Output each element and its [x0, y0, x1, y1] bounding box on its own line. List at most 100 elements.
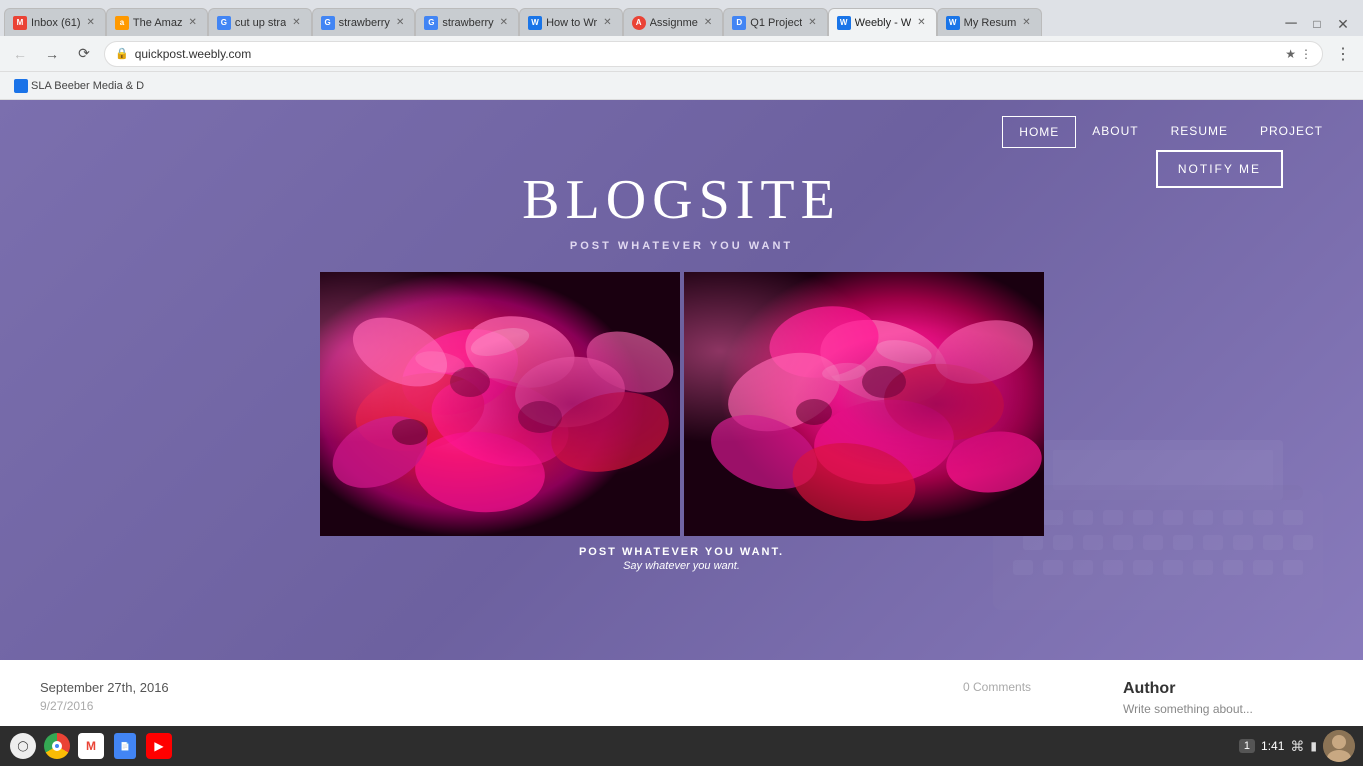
- taskbar-num: 1: [1239, 739, 1255, 753]
- tab-close-resume[interactable]: ✕: [1020, 16, 1032, 29]
- tab-resume[interactable]: W My Resum ✕: [937, 8, 1042, 36]
- post-date: September 27th, 2016: [40, 680, 923, 695]
- taskbar: ◯ M 📄 ▶ 1 1:41 ⌘ ▮: [0, 726, 1363, 766]
- tab-amazon-label: The Amaz: [133, 17, 183, 29]
- tab-q1[interactable]: D Q1 Project ✕: [723, 8, 827, 36]
- battery-icon: ▮: [1310, 739, 1317, 753]
- wifi-icon: ⌘: [1290, 738, 1304, 755]
- gmail-icon: M: [78, 733, 104, 759]
- taskbar-right: 1 1:41 ⌘ ▮: [1239, 730, 1355, 762]
- tab-bar: M Inbox (61) ✕ a The Amaz ✕ G cut up str…: [0, 0, 1363, 36]
- image-caption: POST WHATEVER YOU WANT. Say whatever you…: [579, 536, 784, 572]
- browser-frame: M Inbox (61) ✕ a The Amaz ✕ G cut up str…: [0, 0, 1363, 766]
- weebly-favicon: W: [837, 16, 851, 30]
- tab-google2[interactable]: G strawberry ✕: [312, 8, 416, 36]
- tab-close-amazon[interactable]: ✕: [186, 16, 198, 29]
- tab-close-google1[interactable]: ✕: [290, 16, 302, 29]
- chrome-menu-button[interactable]: ⋮: [1331, 40, 1355, 68]
- tab-howto[interactable]: W How to Wr ✕: [519, 8, 623, 36]
- bookmark-sla[interactable]: SLA Beeber Media & D: [8, 77, 150, 95]
- website-content: HOME ABOUT RESUME PROJECT NOTIFY ME BLOG…: [0, 100, 1363, 766]
- taskbar-chrome[interactable]: [42, 731, 72, 761]
- flower-image-right[interactable]: [684, 272, 1044, 536]
- tab-close-weebly[interactable]: ✕: [915, 16, 927, 29]
- tab-google3-label: strawberry: [442, 17, 493, 29]
- tab-google1[interactable]: G cut up stra ✕: [208, 8, 312, 36]
- url-bar[interactable]: 🔒 quickpost.weebly.com ★ ⋮: [104, 41, 1323, 67]
- hero-section: HOME ABOUT RESUME PROJECT NOTIFY ME BLOG…: [0, 100, 1363, 660]
- user-avatar: [1323, 730, 1355, 762]
- tab-close-google3[interactable]: ✕: [498, 16, 510, 29]
- tab-gmail[interactable]: M Inbox (61) ✕: [4, 8, 106, 36]
- taskbar-launcher[interactable]: ◯: [8, 731, 38, 761]
- tab-weebly[interactable]: W Weebly - W ✕: [828, 8, 937, 36]
- nav-resume[interactable]: RESUME: [1155, 116, 1244, 148]
- tab-close-q1[interactable]: ✕: [806, 16, 818, 29]
- flower-svg-right: [684, 272, 1044, 536]
- url-icon-group: ★ ⋮: [1285, 47, 1312, 61]
- tab-google2-label: strawberry: [339, 17, 390, 29]
- taskbar-docs[interactable]: 📄: [110, 731, 140, 761]
- bookmark-label: SLA Beeber Media & D: [31, 80, 144, 92]
- site-nav: HOME ABOUT RESUME PROJECT: [0, 100, 1363, 148]
- flower-svg-left: [320, 272, 680, 536]
- tab-weebly-label: Weebly - W: [855, 17, 912, 29]
- bookmarks-bar: SLA Beeber Media & D: [0, 72, 1363, 100]
- site-subtitle: POST WHATEVER YOU WANT: [570, 240, 793, 252]
- youtube-icon: ▶: [146, 733, 172, 759]
- google2-favicon: G: [321, 16, 335, 30]
- forward-button[interactable]: →: [40, 42, 64, 66]
- address-bar: ← → ⟳ 🔒 quickpost.weebly.com ★ ⋮ ⋮: [0, 36, 1363, 72]
- chrome-icon: [44, 733, 70, 759]
- tab-google1-label: cut up stra: [235, 17, 286, 29]
- taskbar-gmail[interactable]: M: [76, 731, 106, 761]
- refresh-button[interactable]: ⟳: [72, 42, 96, 66]
- taskbar-youtube[interactable]: ▶: [144, 731, 174, 761]
- comments-count[interactable]: 0 Comments: [963, 680, 1083, 694]
- tab-close-howto[interactable]: ✕: [601, 16, 613, 29]
- menu-icon[interactable]: ⋮: [1300, 47, 1312, 61]
- image-grid: [300, 272, 1064, 536]
- q1-favicon: D: [732, 16, 746, 30]
- tab-q1-label: Q1 Project: [750, 17, 802, 29]
- tab-howto-label: How to Wr: [546, 17, 597, 29]
- tab-close-gmail[interactable]: ✕: [85, 16, 97, 29]
- nav-home[interactable]: HOME: [1002, 116, 1076, 148]
- maximize-button[interactable]: □: [1305, 12, 1329, 36]
- star-icon[interactable]: ★: [1285, 47, 1296, 61]
- tab-google3[interactable]: G strawberry ✕: [415, 8, 519, 36]
- tab-close-google2[interactable]: ✕: [394, 16, 406, 29]
- google3-favicon: G: [424, 16, 438, 30]
- url-text: quickpost.weebly.com: [135, 47, 1280, 61]
- tab-close-assign[interactable]: ✕: [702, 16, 714, 29]
- nav-project[interactable]: PROJECT: [1244, 116, 1339, 148]
- caption-main: POST WHATEVER YOU WANT.: [579, 546, 784, 558]
- back-button[interactable]: ←: [8, 42, 32, 66]
- launcher-icon: ◯: [10, 733, 36, 759]
- flower-image-left[interactable]: [320, 272, 680, 536]
- tab-amazon[interactable]: a The Amaz ✕: [106, 8, 208, 36]
- resume-favicon: W: [946, 16, 960, 30]
- assign-favicon: A: [632, 16, 646, 30]
- bookmark-favicon: [14, 79, 28, 93]
- howto-favicon: W: [528, 16, 542, 30]
- google1-favicon: G: [217, 16, 231, 30]
- close-button[interactable]: ✕: [1331, 12, 1355, 36]
- tab-assign-label: Assignme: [650, 17, 698, 29]
- author-text: Write something about...: [1123, 702, 1323, 716]
- taskbar-time: 1:41: [1261, 739, 1284, 753]
- tab-gmail-label: Inbox (61): [31, 17, 81, 29]
- minimize-button[interactable]: ─: [1279, 12, 1303, 36]
- avatar-image: [1323, 730, 1355, 762]
- docs-icon: 📄: [114, 733, 136, 759]
- tab-assign[interactable]: A Assignme ✕: [623, 8, 724, 36]
- gmail-favicon: M: [13, 16, 27, 30]
- post-link[interactable]: 9/27/2016: [40, 699, 923, 713]
- site-title: BLOGSITE: [522, 168, 841, 232]
- nav-about[interactable]: ABOUT: [1076, 116, 1154, 148]
- author-title: Author: [1123, 680, 1323, 698]
- tab-resume-label: My Resum: [964, 17, 1017, 29]
- hero-content: BLOGSITE POST WHATEVER YOU WANT: [0, 148, 1363, 572]
- caption-sub: Say whatever you want.: [579, 560, 784, 572]
- lock-icon: 🔒: [115, 47, 129, 60]
